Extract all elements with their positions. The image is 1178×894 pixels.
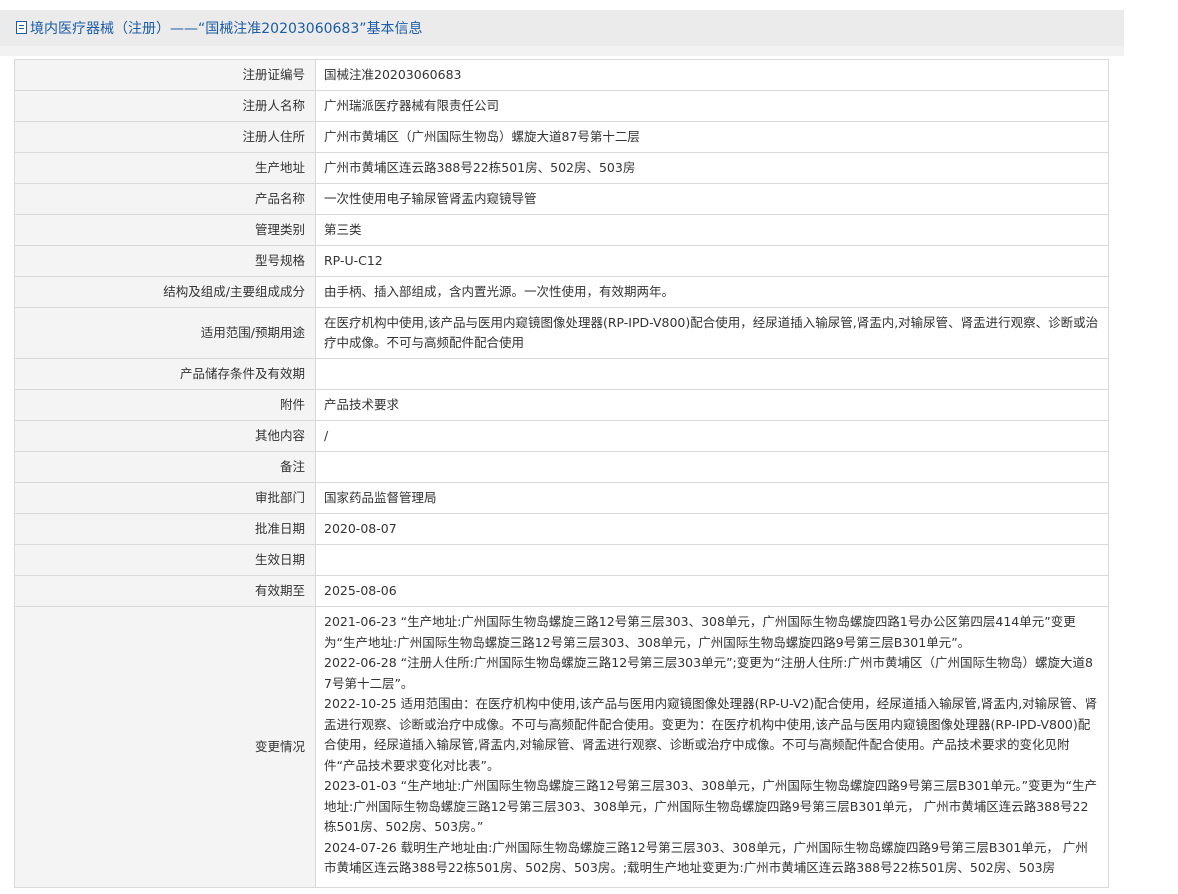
change-entry: 2024-07-26 载明生产地址由:广州国际生物岛螺旋三路12号第三层303、… (324, 839, 1088, 876)
page-title: 境内医疗器械（注册）——“国械注准20203060683”基本信息 (30, 21, 423, 37)
row-value (315, 451, 1109, 483)
table-row: 附件 产品技术要求 (14, 389, 1109, 421)
row-label: 附件 (14, 389, 316, 421)
row-label: 变更情况 (14, 606, 316, 888)
table-row: 注册人名称 广州瑞派医疗器械有限责任公司 (14, 90, 1109, 122)
row-label: 有效期至 (14, 575, 316, 607)
detail-panel: 境内医疗器械（注册）——“国械注准20203060683”基本信息 注册证编号 … (0, 10, 1124, 894)
row-value: 第三类 (315, 214, 1109, 246)
row-label: 生产地址 (14, 152, 316, 184)
row-label: 产品名称 (14, 183, 316, 215)
row-label: 适用范围/预期用途 (14, 307, 316, 359)
table-row: 其他内容 / (14, 420, 1109, 452)
panel-header: 境内医疗器械（注册）——“国械注准20203060683”基本信息 (0, 10, 1124, 46)
document-icon (16, 21, 27, 34)
table-row: 注册证编号 国械注准20203060683 (14, 59, 1109, 91)
row-value: RP-U-C12 (315, 245, 1109, 277)
change-history: 2021-06-23 “生产地址:广州国际生物岛螺旋三路12号第三层303、30… (315, 606, 1109, 888)
row-label: 注册证编号 (14, 59, 316, 91)
row-label: 其他内容 (14, 420, 316, 452)
row-value: 在医疗机构中使用,该产品与医用内窥镜图像处理器(RP-IPD-V800)配合使用… (315, 307, 1109, 359)
row-label: 产品储存条件及有效期 (14, 358, 316, 390)
row-label: 注册人名称 (14, 90, 316, 122)
row-value: 2020-08-07 (315, 513, 1109, 545)
change-entry: 2021-06-23 “生产地址:广州国际生物岛螺旋三路12号第三层303、30… (324, 614, 1076, 650)
change-entry: 2023-01-03 “生产地址:广州国际生物岛螺旋三路12号第三层303、30… (324, 778, 1098, 834)
table-row-changes: 变更情况 2021-06-23 “生产地址:广州国际生物岛螺旋三路12号第三层3… (14, 606, 1109, 888)
row-label: 注册人住所 (14, 121, 316, 153)
table-row: 生产地址 广州市黄埔区连云路388号22栋501房、502房、503房 (14, 152, 1109, 184)
row-label: 备注 (14, 451, 316, 483)
row-label: 批准日期 (14, 513, 316, 545)
table-row: 有效期至 2025-08-06 (14, 575, 1109, 607)
change-entry: 2022-06-28 “注册人住所:广州国际生物岛螺旋三路12号第三层303单元… (324, 655, 1093, 691)
table-row: 结构及组成/主要组成成分 由手柄、插入部组成，含内置光源。一次性使用，有效期两年… (14, 276, 1109, 308)
row-value: 一次性使用电子输尿管肾盂内窥镜导管 (315, 183, 1109, 215)
row-label: 生效日期 (14, 544, 316, 576)
table-row: 管理类别 第三类 (14, 214, 1109, 246)
row-value: 由手柄、插入部组成，含内置光源。一次性使用，有效期两年。 (315, 276, 1109, 308)
table-row: 备注 (14, 451, 1109, 483)
row-value: 广州市黄埔区连云路388号22栋501房、502房、503房 (315, 152, 1109, 184)
row-value (315, 358, 1109, 390)
row-label: 结构及组成/主要组成成分 (14, 276, 316, 308)
table-row: 注册人住所 广州市黄埔区（广州国际生物岛）螺旋大道87号第十二层 (14, 121, 1109, 153)
change-entry: 2022-10-25 适用范围由：在医疗机构中使用,该产品与医用内窥镜图像处理器… (324, 696, 1098, 773)
table-row: 产品储存条件及有效期 (14, 358, 1109, 390)
info-table: 注册证编号 国械注准20203060683 注册人名称 广州瑞派医疗器械有限责任… (14, 59, 1109, 888)
table-row: 适用范围/预期用途 在医疗机构中使用,该产品与医用内窥镜图像处理器(RP-IPD… (14, 307, 1109, 359)
table-row: 产品名称 一次性使用电子输尿管肾盂内窥镜导管 (14, 183, 1109, 215)
row-value: 2025-08-06 (315, 575, 1109, 607)
row-value (315, 544, 1109, 576)
table-row: 型号规格 RP-U-C12 (14, 245, 1109, 277)
table-row: 审批部门 国家药品监督管理局 (14, 482, 1109, 514)
row-value: / (315, 420, 1109, 452)
row-label: 型号规格 (14, 245, 316, 277)
row-value: 广州瑞派医疗器械有限责任公司 (315, 90, 1109, 122)
row-value: 国家药品监督管理局 (315, 482, 1109, 514)
row-value: 国械注准20203060683 (315, 59, 1109, 91)
row-label: 管理类别 (14, 214, 316, 246)
row-value: 产品技术要求 (315, 389, 1109, 421)
row-value: 广州市黄埔区（广州国际生物岛）螺旋大道87号第十二层 (315, 121, 1109, 153)
row-label: 审批部门 (14, 482, 316, 514)
table-row: 批准日期 2020-08-07 (14, 513, 1109, 545)
table-row: 生效日期 (14, 544, 1109, 576)
